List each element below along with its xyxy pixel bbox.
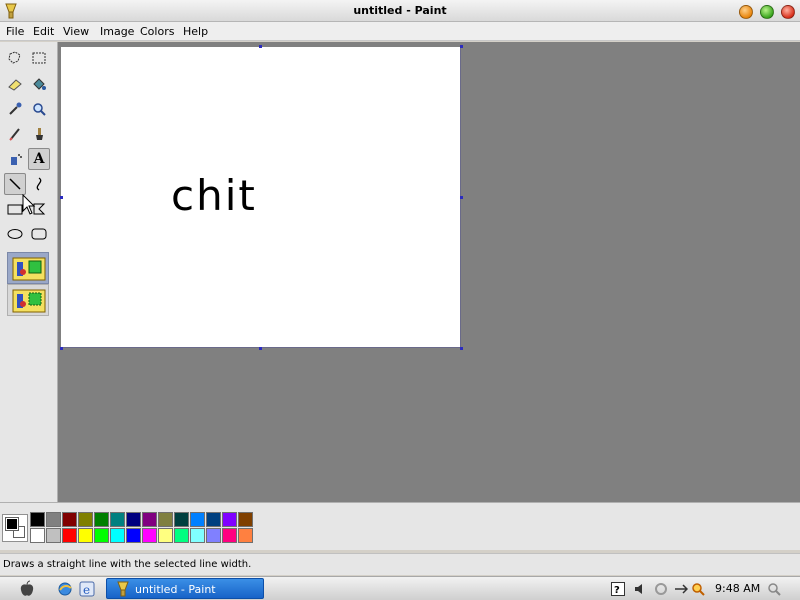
palette-color-swatch[interactable] — [110, 528, 125, 543]
palette-color-swatch[interactable] — [190, 528, 205, 543]
fill-style-option-transparent[interactable] — [7, 284, 49, 316]
palette-color-swatch[interactable] — [126, 512, 141, 527]
palette-color-swatch[interactable] — [62, 528, 77, 543]
svg-text:?: ? — [614, 585, 620, 596]
text-icon[interactable]: A — [28, 148, 50, 170]
palette-color-swatch[interactable] — [174, 512, 189, 527]
resize-handle-bottom-left — [60, 347, 63, 350]
drawing-canvas[interactable]: chit — [61, 47, 461, 348]
spotlight-search-icon[interactable] — [766, 581, 782, 597]
palette-color-swatch[interactable] — [174, 528, 189, 543]
status-bar: Draws a straight line with the selected … — [0, 553, 800, 575]
ie-quicklaunch-icon[interactable]: e — [78, 580, 96, 598]
color-palette — [0, 502, 800, 550]
taskbar-paint-button[interactable]: untitled - Paint — [106, 578, 264, 599]
menu-file[interactable]: File — [6, 25, 24, 38]
airbrush-icon[interactable] — [4, 148, 26, 170]
palette-color-swatch[interactable] — [94, 512, 109, 527]
palette-color-swatch[interactable] — [62, 512, 77, 527]
refresh-tray-icon[interactable] — [653, 581, 669, 597]
palette-color-swatch[interactable] — [206, 528, 221, 543]
resize-handle-left — [60, 196, 63, 199]
search-tray-icon[interactable] — [690, 581, 706, 597]
palette-color-swatch[interactable] — [142, 528, 157, 543]
paint-task-icon — [116, 581, 130, 600]
menu-bar: File Edit View Image Colors Help — [0, 22, 800, 41]
window-title: untitled - Paint — [353, 4, 447, 17]
menu-colors[interactable]: Colors — [140, 25, 174, 38]
mouse-cursor-icon — [22, 193, 36, 219]
apple-menu-icon[interactable] — [18, 580, 36, 598]
volume-tray-icon[interactable] — [632, 581, 648, 597]
menu-view[interactable]: View — [63, 25, 89, 38]
palette-color-swatch[interactable] — [110, 512, 125, 527]
current-colors-indicator — [2, 514, 28, 542]
palette-color-swatch[interactable] — [78, 528, 93, 543]
palette-color-swatch[interactable] — [78, 512, 93, 527]
toolbox: A — [0, 42, 58, 502]
curve-icon[interactable] — [28, 173, 50, 195]
help-tray-icon[interactable]: ? — [610, 581, 626, 597]
title-bar: untitled - Paint — [0, 0, 800, 22]
palette-color-swatch[interactable] — [158, 512, 173, 527]
canvas-workspace: chit — [58, 42, 800, 502]
palette-color-swatch[interactable] — [222, 512, 237, 527]
menu-help[interactable]: Help — [183, 25, 208, 38]
resize-handle-right[interactable] — [460, 196, 463, 199]
palette-color-swatch[interactable] — [238, 528, 253, 543]
eraser-icon[interactable] — [4, 73, 26, 95]
pencil-icon[interactable] — [4, 123, 26, 145]
maximize-button[interactable] — [760, 5, 774, 19]
svg-text:e: e — [83, 583, 90, 597]
fill-style-option-opaque[interactable] — [7, 252, 49, 284]
browser-icon[interactable] — [56, 580, 74, 598]
resize-handle-bottom-right[interactable] — [460, 347, 463, 350]
palette-color-swatch[interactable] — [46, 512, 61, 527]
magnifier-icon[interactable] — [28, 98, 50, 120]
brush-icon[interactable] — [28, 123, 50, 145]
status-text: Draws a straight line with the selected … — [3, 559, 252, 570]
palette-color-swatch[interactable] — [30, 528, 45, 543]
menu-edit[interactable]: Edit — [33, 25, 54, 38]
rounded-rectangle-icon[interactable] — [28, 223, 50, 245]
palette-color-swatch[interactable] — [126, 528, 141, 543]
select-icon[interactable] — [28, 47, 50, 69]
free-form-select-icon[interactable] — [4, 47, 26, 69]
taskbar-paint-label: untitled - Paint — [135, 583, 216, 596]
ellipse-icon[interactable] — [4, 223, 26, 245]
menu-image[interactable]: Image — [100, 25, 134, 38]
palette-color-swatch[interactable] — [238, 512, 253, 527]
palette-color-swatch[interactable] — [206, 512, 221, 527]
taskbar-clock: 9:48 AM — [715, 582, 761, 595]
canvas-text: chit — [171, 171, 257, 220]
foreground-color-swatch — [5, 517, 19, 531]
resize-handle-bottom[interactable] — [259, 347, 262, 350]
pick-color-icon[interactable] — [4, 98, 26, 120]
close-button[interactable] — [781, 5, 795, 19]
palette-color-swatch[interactable] — [94, 528, 109, 543]
palette-color-swatch[interactable] — [222, 528, 237, 543]
palette-color-swatch[interactable] — [30, 512, 45, 527]
palette-color-swatch[interactable] — [190, 512, 205, 527]
palette-color-swatch[interactable] — [158, 528, 173, 543]
network-tray-icon[interactable] — [673, 581, 689, 597]
minimize-button[interactable] — [739, 5, 753, 19]
line-icon[interactable] — [4, 173, 26, 195]
taskbar: e untitled - Paint ? 9:48 AM — [0, 576, 800, 600]
resize-handle-top-right — [460, 45, 463, 48]
palette-color-swatch[interactable] — [142, 512, 157, 527]
palette-color-swatch[interactable] — [46, 528, 61, 543]
resize-handle-top — [259, 45, 262, 48]
fill-icon[interactable] — [28, 73, 50, 95]
